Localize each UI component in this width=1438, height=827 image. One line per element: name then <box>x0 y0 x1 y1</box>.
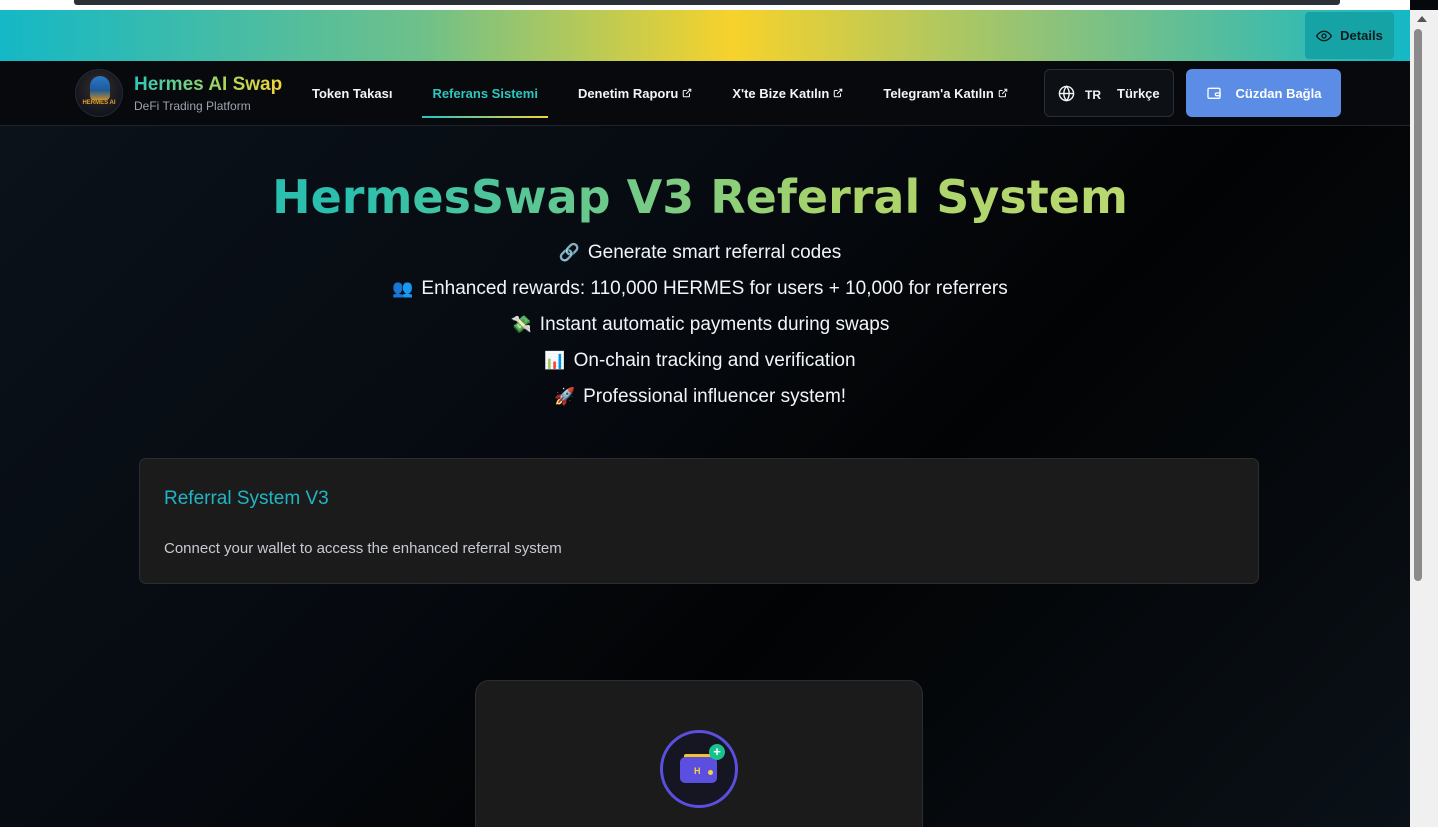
feature-item: 💸 Instant automatic payments during swaps <box>0 312 1400 348</box>
external-link-icon <box>998 88 1008 98</box>
language-selector[interactable]: TR Türkçe <box>1044 69 1174 117</box>
wallet-icon <box>1206 87 1221 99</box>
referral-card-title: Referral System V3 <box>164 488 329 509</box>
scrollbar[interactable] <box>1410 10 1438 827</box>
feature-text: On-chain tracking and verification <box>573 350 856 371</box>
brand[interactable]: HERMES AI Hermes AI Swap DeFi Trading Pl… <box>75 69 282 117</box>
feature-list: 🔗 Generate smart referral codes 👥 Enhanced… <box>0 240 1400 420</box>
connect-wallet-label: Cüzdan Bağla <box>1235 85 1322 101</box>
eye-icon <box>1316 30 1333 41</box>
nav-item-join-telegram[interactable]: Telegram'a Katılın <box>873 61 1018 125</box>
details-button[interactable]: Details <box>1305 12 1394 59</box>
feature-text: Instant automatic payments during swaps <box>539 314 890 335</box>
external-link-icon <box>683 88 692 98</box>
logo-text: HERMES AI <box>82 100 116 106</box>
rocket-icon: 🚀 <box>553 387 576 407</box>
users-icon: 👥 <box>392 279 414 299</box>
wallet-dot <box>708 770 713 775</box>
browser-bar <box>74 0 1340 5</box>
feature-text: Generate smart referral codes <box>587 242 842 263</box>
connect-wallet-card: H + <box>475 680 923 827</box>
language-code: TR <box>1085 88 1101 102</box>
scroll-up-arrow-icon[interactable] <box>1417 16 1427 22</box>
navbar: HERMES AI Hermes AI Swap DeFi Trading Pl… <box>0 61 1410 126</box>
page-title: HermesSwap V3 Referral System <box>0 170 1400 224</box>
nav-item-label: Telegram'a Katılın <box>883 85 994 101</box>
nav-item-referral-system[interactable]: Referans Sistemi <box>422 61 548 125</box>
connect-wallet-button[interactable]: Cüzdan Bağla <box>1186 69 1341 117</box>
referral-card-text: Connect your wallet to access the enhanc… <box>164 540 562 557</box>
wallet-letter: H <box>694 766 701 776</box>
details-label: Details <box>1340 28 1383 43</box>
nav-item-label: Token Takası <box>312 85 393 101</box>
external-link-icon <box>834 88 843 98</box>
hermes-helmet-icon <box>90 76 110 100</box>
brand-logo: HERMES AI <box>75 69 123 117</box>
brand-subtitle: DeFi Trading Platform <box>134 98 251 113</box>
brand-title: Hermes AI Swap <box>134 73 283 95</box>
nav-item-label: Referans Sistemi <box>432 85 538 101</box>
nav-item-audit-report[interactable]: Denetim Raporu <box>568 61 702 125</box>
feature-text: Enhanced rewards: 110,000 HERMES for use… <box>421 278 1008 299</box>
nav-item-label: X'te Bize Katılın <box>732 85 830 101</box>
chart-icon: 📊 <box>544 351 566 371</box>
feature-item: 👥 Enhanced rewards: 110,000 HERMES for us… <box>0 276 1400 312</box>
globe-icon <box>1058 84 1075 102</box>
nav-item-label: Denetim Raporu <box>577 85 679 101</box>
main-content: HermesSwap V3 Referral System 🔗 Generate … <box>0 126 1410 827</box>
feature-item: 📊 On-chain tracking and verification <box>0 348 1400 384</box>
money-icon: 💸 <box>510 315 532 335</box>
browser-top-strip <box>0 0 1410 10</box>
wallet-add-icon: H + <box>660 730 738 808</box>
feature-item: 🔗 Generate smart referral codes <box>0 240 1400 276</box>
feature-text: Professional influencer system! <box>583 386 847 407</box>
nav-links: Token Takası Referans Sistemi Denetim Ra… <box>302 61 1038 125</box>
plus-icon: + <box>709 744 725 760</box>
nav-item-token-swap[interactable]: Token Takası <box>302 61 402 125</box>
scrollbar-thumb[interactable] <box>1414 29 1422 581</box>
gradient-banner: Details <box>0 10 1410 61</box>
feature-item: 🚀 Professional influencer system! <box>0 384 1400 420</box>
language-label: Türkçe <box>1117 85 1160 101</box>
referral-info-card: Referral System V3 Connect your wallet t… <box>139 458 1259 584</box>
nav-item-join-x[interactable]: X'te Bize Katılın <box>722 61 853 125</box>
link-icon: 🔗 <box>558 243 580 263</box>
